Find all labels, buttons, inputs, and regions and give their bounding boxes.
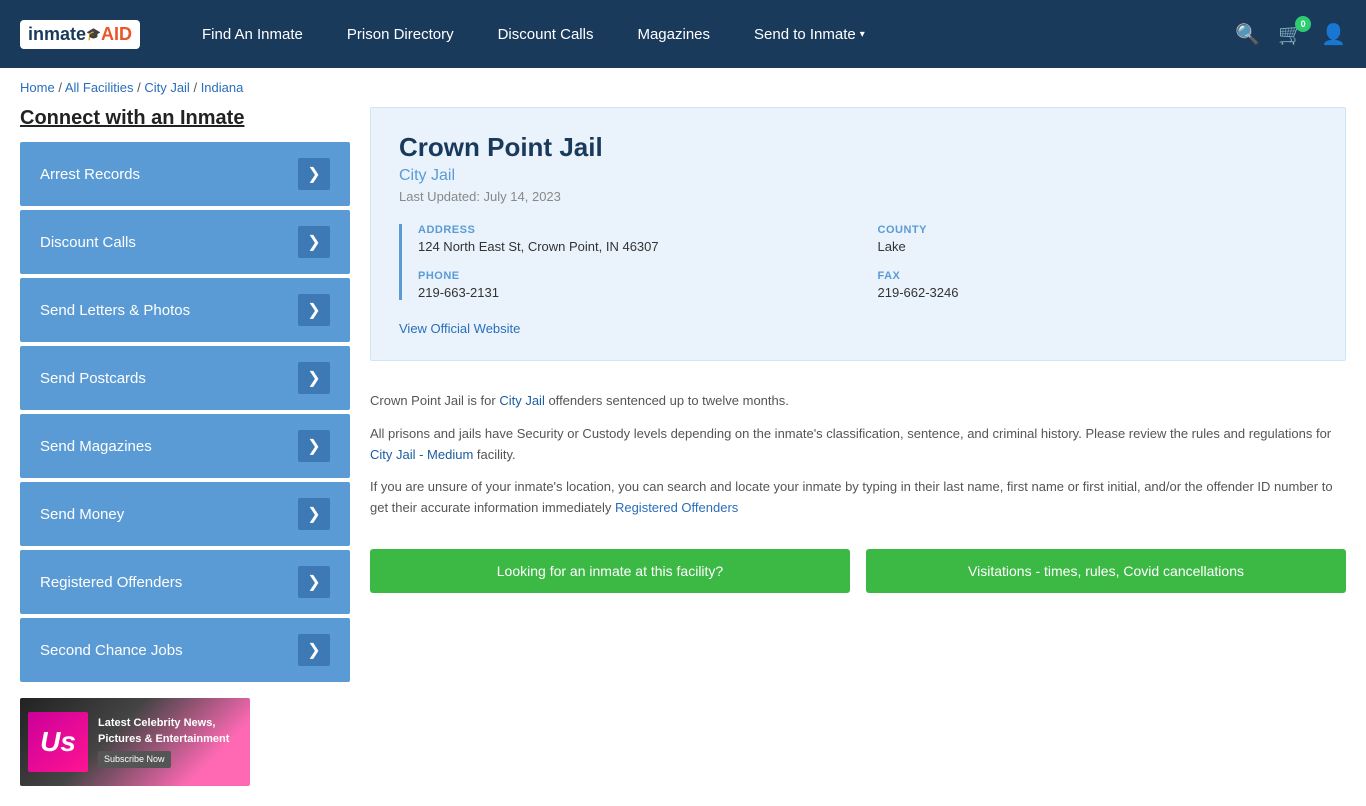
county-label: COUNTY bbox=[878, 224, 1318, 236]
county-block: COUNTY Lake bbox=[878, 224, 1318, 254]
find-inmate-button[interactable]: Looking for an inmate at this facility? bbox=[370, 549, 850, 593]
cart-icon[interactable]: 🛒 0 bbox=[1278, 22, 1303, 47]
fax-block: FAX 219-662-3246 bbox=[878, 270, 1318, 300]
breadcrumb: Home / All Facilities / City Jail / Indi… bbox=[0, 68, 1366, 107]
logo-hat-icon: 🎓 bbox=[86, 27, 101, 41]
facility-name: Crown Point Jail bbox=[399, 132, 1317, 163]
action-buttons: Looking for an inmate at this facility? … bbox=[370, 549, 1346, 593]
facility-card: Crown Point Jail City Jail Last Updated:… bbox=[370, 107, 1346, 361]
city-jail-link-1[interactable]: City Jail bbox=[499, 393, 545, 408]
sidebar-item-send-magazines[interactable]: Send Magazines ❯ bbox=[20, 414, 350, 478]
registered-offenders-link[interactable]: Registered Offenders bbox=[615, 500, 738, 515]
nav-discount-calls[interactable]: Discount Calls bbox=[476, 0, 616, 68]
navbar-nav: Find An Inmate Prison Directory Discount… bbox=[180, 0, 1235, 68]
sidebar-item-send-postcards[interactable]: Send Postcards ❯ bbox=[20, 346, 350, 410]
fax-value: 219-662-3246 bbox=[878, 285, 1318, 300]
main-content: Crown Point Jail City Jail Last Updated:… bbox=[370, 107, 1346, 786]
breadcrumb-home[interactable]: Home bbox=[20, 80, 55, 95]
phone-value: 219-663-2131 bbox=[418, 285, 858, 300]
sidebar-item-discount-calls[interactable]: Discount Calls ❯ bbox=[20, 210, 350, 274]
arrow-icon: ❯ bbox=[298, 430, 330, 462]
city-jail-medium-link[interactable]: City Jail - Medium bbox=[370, 447, 473, 462]
facility-updated: Last Updated: July 14, 2023 bbox=[399, 189, 1317, 204]
main-layout: Connect with an Inmate Arrest Records ❯ … bbox=[0, 107, 1366, 806]
phone-label: PHONE bbox=[418, 270, 858, 282]
navbar-icons: 🔍 🛒 0 👤 bbox=[1235, 22, 1346, 47]
arrow-icon: ❯ bbox=[298, 294, 330, 326]
user-icon[interactable]: 👤 bbox=[1321, 22, 1346, 47]
arrow-icon: ❯ bbox=[298, 362, 330, 394]
sidebar-item-send-letters[interactable]: Send Letters & Photos ❯ bbox=[20, 278, 350, 342]
arrow-icon: ❯ bbox=[298, 498, 330, 530]
arrow-icon: ❯ bbox=[298, 634, 330, 666]
desc-paragraph-3: If you are unsure of your inmate's locat… bbox=[370, 477, 1346, 519]
facility-description: Crown Point Jail is for City Jail offend… bbox=[370, 381, 1346, 541]
desc-paragraph-1: Crown Point Jail is for City Jail offend… bbox=[370, 391, 1346, 412]
address-label: ADDRESS bbox=[418, 224, 858, 236]
address-block: ADDRESS 124 North East St, Crown Point, … bbox=[418, 224, 858, 254]
breadcrumb-indiana[interactable]: Indiana bbox=[201, 80, 244, 95]
county-value: Lake bbox=[878, 239, 1318, 254]
sidebar-item-second-chance-jobs[interactable]: Second Chance Jobs ❯ bbox=[20, 618, 350, 682]
nav-send-to-inmate[interactable]: Send to Inmate ▾ bbox=[732, 0, 887, 68]
ad-banner[interactable]: Us Latest Celebrity News, Pictures & Ent… bbox=[20, 698, 250, 786]
search-icon[interactable]: 🔍 bbox=[1235, 22, 1260, 47]
arrow-icon: ❯ bbox=[298, 566, 330, 598]
logo-aid-text: AID bbox=[101, 24, 132, 45]
view-official-website-link[interactable]: View Official Website bbox=[399, 321, 520, 336]
arrow-icon: ❯ bbox=[298, 158, 330, 190]
fax-label: FAX bbox=[878, 270, 1318, 282]
visitations-button[interactable]: Visitations - times, rules, Covid cancel… bbox=[866, 549, 1346, 593]
facility-type: City Jail bbox=[399, 167, 1317, 185]
ad-text: Latest Celebrity News, Pictures & Entert… bbox=[98, 716, 242, 767]
sidebar-item-registered-offenders[interactable]: Registered Offenders ❯ bbox=[20, 550, 350, 614]
sidebar: Connect with an Inmate Arrest Records ❯ … bbox=[20, 107, 350, 786]
nav-magazines[interactable]: Magazines bbox=[615, 0, 732, 68]
dropdown-arrow-icon: ▾ bbox=[860, 29, 865, 40]
facility-info-grid: ADDRESS 124 North East St, Crown Point, … bbox=[399, 224, 1317, 300]
sidebar-item-send-money[interactable]: Send Money ❯ bbox=[20, 482, 350, 546]
ad-logo: Us bbox=[28, 712, 88, 772]
cart-badge: 0 bbox=[1295, 16, 1311, 32]
phone-block: PHONE 219-663-2131 bbox=[418, 270, 858, 300]
nav-find-inmate[interactable]: Find An Inmate bbox=[180, 0, 325, 68]
desc-paragraph-2: All prisons and jails have Security or C… bbox=[370, 424, 1346, 466]
connect-title: Connect with an Inmate bbox=[20, 107, 350, 130]
breadcrumb-city-jail[interactable]: City Jail bbox=[144, 80, 190, 95]
logo[interactable]: inmate 🎓 AID bbox=[20, 20, 140, 49]
navbar: inmate 🎓 AID Find An Inmate Prison Direc… bbox=[0, 0, 1366, 68]
sidebar-item-arrest-records[interactable]: Arrest Records ❯ bbox=[20, 142, 350, 206]
logo-inmate-text: inmate bbox=[28, 24, 86, 45]
address-value: 124 North East St, Crown Point, IN 46307 bbox=[418, 239, 858, 254]
ad-subscribe-button[interactable]: Subscribe Now bbox=[98, 751, 171, 768]
nav-prison-directory[interactable]: Prison Directory bbox=[325, 0, 476, 68]
breadcrumb-all-facilities[interactable]: All Facilities bbox=[65, 80, 134, 95]
arrow-icon: ❯ bbox=[298, 226, 330, 258]
